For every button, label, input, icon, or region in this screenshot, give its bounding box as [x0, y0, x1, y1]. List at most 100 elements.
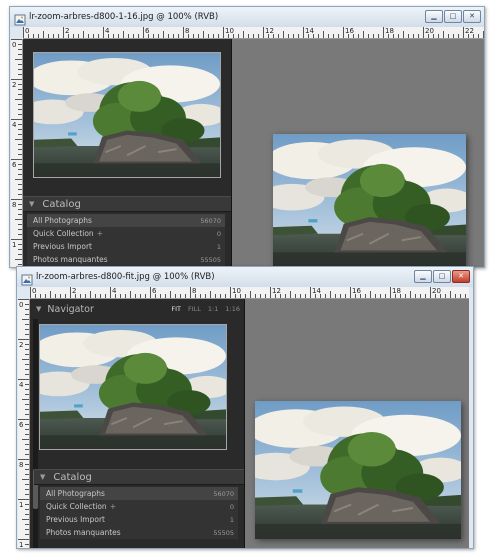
ruler-tick — [210, 291, 211, 298]
ruler-tick — [325, 294, 326, 298]
catalog-item-label: Quick Collection + — [46, 502, 230, 511]
navigator-header[interactable]: ▼ Navigator FIT FILL 1:1 1:16 — [36, 303, 240, 315]
add-to-quick-collection-icon[interactable]: + — [97, 229, 103, 238]
photo-image — [40, 325, 226, 449]
catalog-item-label: Photos manquantes — [46, 528, 121, 537]
ruler-tick — [53, 34, 54, 38]
ruler-tick — [318, 34, 319, 38]
catalog-item-count: 1 — [229, 515, 234, 524]
main-photo[interactable] — [273, 134, 466, 267]
navigator-title: Navigator — [47, 303, 94, 315]
catalog-item-all-photographs[interactable]: All Photographs 56070 — [40, 487, 238, 500]
title-bar[interactable]: lr-zoom-arbres-d800-fit.jpg @ 100% (RVB) — [17, 267, 473, 287]
ruler-tick — [90, 291, 91, 298]
maximize-button[interactable]: □ — [433, 270, 451, 283]
navigator-preview[interactable] — [33, 52, 221, 178]
ruler-tick — [465, 294, 466, 298]
catalog-list: All Photographs 56070 Quick Collection + … — [27, 214, 225, 266]
ruler-tick — [83, 31, 84, 38]
ruler-tick — [163, 31, 164, 38]
add-to-quick-collection-icon[interactable]: + — [110, 502, 116, 511]
ruler-tick — [283, 31, 284, 38]
title-bar[interactable]: lr-zoom-arbres-d800-1-16.jpg @ 100% (RVB… — [10, 7, 484, 27]
close-button[interactable]: ✕ — [463, 10, 481, 23]
ruler-label: 8 — [192, 287, 197, 295]
ruler-tick — [418, 34, 419, 38]
window-title: lr-zoom-arbres-d800-fit.jpg @ 100% (RVB) — [36, 272, 215, 282]
ruler-tick — [18, 379, 29, 380]
catalog-item-quick-collection[interactable]: Quick Collection + 0 — [40, 500, 238, 513]
catalog-item-all-photographs[interactable]: All Photographs 56070 — [27, 214, 225, 227]
catalog-section-header[interactable]: ▼ Catalog — [34, 469, 244, 485]
ruler-tick — [18, 114, 22, 115]
photo-image — [34, 53, 220, 177]
ruler-tick — [278, 34, 279, 38]
ruler-tick — [18, 254, 22, 255]
ruler-tick — [18, 224, 22, 225]
navigator-preview[interactable] — [39, 324, 227, 450]
ruler-label: 8 — [185, 27, 190, 35]
ruler-tick — [208, 34, 209, 38]
catalog-item-previous-import[interactable]: Previous Import 1 — [27, 240, 225, 253]
catalog-item-count: 55505 — [200, 255, 221, 264]
ruler-tick — [218, 34, 219, 38]
ruler-tick — [25, 334, 29, 335]
ruler-tick — [18, 214, 22, 215]
minimize-icon: ▁ — [420, 272, 426, 280]
catalog-item-label-text: Quick Collection — [46, 502, 107, 511]
close-icon: ✕ — [469, 12, 475, 20]
ruler-tick — [413, 34, 414, 38]
ruler-tick — [18, 54, 22, 55]
ruler-tick — [150, 287, 151, 298]
ruler-tick — [193, 34, 194, 38]
ruler-label: 2 — [72, 287, 77, 295]
main-photo[interactable] — [255, 401, 461, 539]
ruler-label: 20 — [425, 27, 434, 35]
minimize-button[interactable]: ▁ — [414, 270, 432, 283]
ruler-tick — [73, 34, 74, 38]
ruler-tick — [15, 99, 22, 100]
catalog-item-count: 56070 — [213, 489, 234, 498]
close-button[interactable]: ✕ — [452, 270, 470, 283]
ruler-tick — [455, 294, 456, 298]
ruler-tick — [378, 34, 379, 38]
zoom-1-1-button[interactable]: 1:1 — [208, 305, 218, 313]
catalog-item-label: All Photographs — [46, 489, 105, 498]
ruler-tick — [70, 287, 71, 298]
ruler-tick — [22, 399, 29, 400]
catalog-section-header[interactable]: ▼ Catalog — [23, 196, 231, 212]
catalog-item-missing-photos[interactable]: Photos manquantes 55505 — [27, 253, 225, 266]
ruler-tick — [22, 319, 29, 320]
ruler-tick — [22, 439, 29, 440]
maximize-button[interactable]: □ — [444, 10, 462, 23]
catalog-item-quick-collection[interactable]: Quick Collection + 0 — [27, 227, 225, 240]
catalog-title: Catalog — [53, 471, 92, 483]
panel-scrollbar[interactable] — [33, 319, 38, 548]
catalog-item-count: 0 — [229, 502, 234, 511]
window-front[interactable]: lr-zoom-arbres-d800-fit.jpg @ 100% (RVB)… — [16, 266, 474, 549]
ruler-tick — [343, 27, 344, 38]
ruler-tick — [438, 34, 439, 38]
ruler-tick — [18, 144, 22, 145]
ruler-tick — [25, 344, 29, 345]
ruler-tick — [483, 31, 484, 38]
minimize-button[interactable]: ▁ — [425, 10, 443, 23]
document-canvas[interactable]: ▼ Catalog All Photographs 56070 Quick Co… — [23, 39, 484, 267]
catalog-item-previous-import[interactable]: Previous Import 1 — [40, 513, 238, 526]
zoom-1-16-button[interactable]: 1:16 — [225, 305, 240, 313]
ruler-tick — [198, 34, 199, 38]
catalog-list: All Photographs 56070 Quick Collection + … — [40, 487, 238, 539]
ruler-tick — [118, 34, 119, 38]
catalog-item-missing-photos[interactable]: Photos manquantes 55505 — [40, 526, 238, 539]
ruler-label: 20 — [432, 287, 441, 295]
ruler-tick — [25, 429, 29, 430]
ruler-tick — [22, 359, 29, 360]
zoom-fit-button[interactable]: FIT — [171, 305, 181, 313]
window-back[interactable]: lr-zoom-arbres-d800-1-16.jpg @ 100% (RVB… — [9, 6, 485, 268]
catalog-item-count: 56070 — [200, 216, 221, 225]
ruler-tick — [25, 504, 29, 505]
ruler-tick — [25, 404, 29, 405]
document-canvas[interactable]: ▼ Navigator FIT FILL 1:1 1:16 ▼ Catalog — [30, 299, 469, 548]
ruler-tick — [18, 49, 22, 50]
zoom-fill-button[interactable]: FILL — [188, 305, 201, 313]
